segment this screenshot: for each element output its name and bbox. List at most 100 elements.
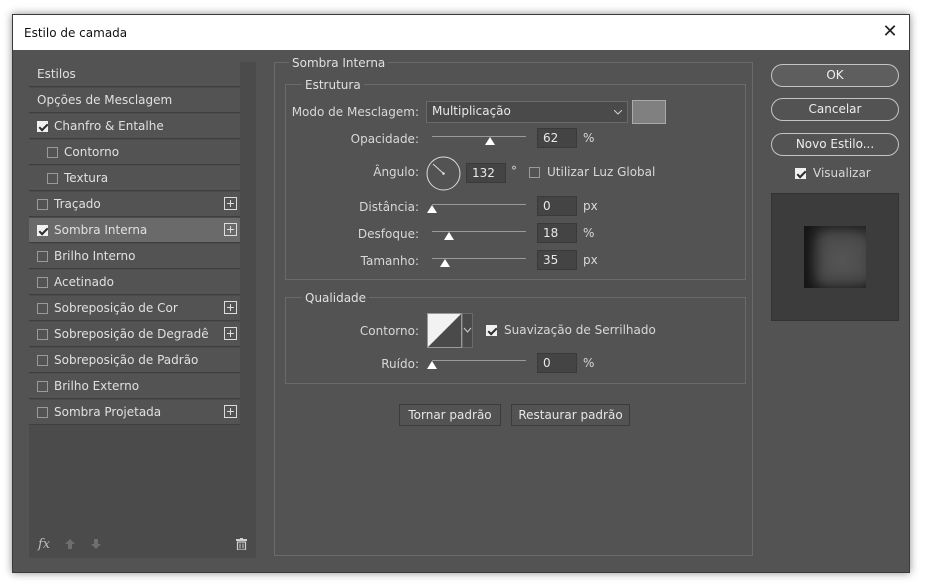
distance-unit: px — [583, 199, 598, 213]
contour-label: Contorno: — [359, 324, 419, 338]
sidebar-item-12[interactable]: Brilho Externo — [29, 374, 240, 399]
sidebar-item-5[interactable]: Traçado — [29, 192, 240, 217]
size-input[interactable]: 35 — [537, 250, 577, 270]
angle-dial-icon[interactable] — [426, 156, 461, 191]
blend-mode-label: Modo de Mesclagem: — [291, 105, 419, 119]
size-slider-thumb[interactable] — [440, 259, 451, 267]
title-bar: Estilo de camada ✕ — [13, 15, 909, 50]
add-effect-icon[interactable] — [224, 301, 237, 314]
size-label: Tamanho: — [360, 254, 419, 268]
opacity-slider-track[interactable] — [432, 136, 526, 137]
use-global-light-checkbox[interactable] — [529, 167, 540, 178]
distance-input[interactable]: 0 — [537, 196, 577, 216]
dialog-title: Estilo de camada — [24, 26, 128, 40]
distance-slider-thumb[interactable] — [427, 205, 437, 213]
quality-title: Qualidade — [302, 291, 370, 305]
noise-slider-thumb[interactable] — [427, 361, 437, 369]
opacity-label: Opacidade: — [350, 132, 419, 146]
sidebar-item-4[interactable]: Textura — [29, 166, 240, 191]
blend-mode-value: Multiplicação — [432, 104, 511, 118]
new-style-button[interactable]: Novo Estilo... — [771, 133, 899, 156]
sidebar-item-checkbox[interactable] — [37, 199, 48, 210]
trash-icon[interactable] — [236, 538, 247, 550]
preview-checkbox[interactable] — [795, 168, 806, 179]
sidebar-item-label: Sombra Interna — [54, 223, 148, 237]
shadow-color-swatch[interactable] — [632, 100, 666, 124]
sidebar-item-2[interactable]: Chanfro & Entalhe — [29, 114, 240, 139]
inner-shadow-panel: Sombra Interna Estrutura Modo de Mesclag… — [274, 56, 753, 556]
styles-list: fx Estilos Opções de Mesclagem Chanfro & E… — [29, 62, 256, 558]
sidebar-item-8[interactable]: Acetinado — [29, 270, 240, 295]
ok-button[interactable]: OK — [771, 64, 899, 87]
structure-group: Estrutura Modo de Mesclagem: Multiplicaç… — [285, 78, 746, 280]
make-default-button[interactable]: Tornar padrão — [399, 404, 501, 426]
sidebar-item-11[interactable]: Sobreposição de Padrão — [29, 348, 240, 373]
preview-label: Visualizar — [813, 166, 871, 180]
noise-input[interactable]: 0 — [537, 353, 577, 373]
noise-label: Ruído: — [381, 357, 419, 371]
noise-unit: % — [583, 356, 595, 370]
sidebar-item-label: Brilho Interno — [54, 249, 136, 263]
sidebar-item-label: Sobreposição de Degradê — [54, 327, 209, 341]
sidebar-item-7[interactable]: Brilho Interno — [29, 244, 240, 269]
sidebar-item-checkbox[interactable] — [37, 277, 48, 288]
sidebar-item-checkbox[interactable] — [37, 329, 48, 340]
style-preview — [771, 193, 899, 321]
choke-input[interactable]: 18 — [537, 223, 577, 243]
add-effect-icon[interactable] — [224, 223, 237, 236]
sidebar-item-9[interactable]: Sobreposição de Cor — [29, 296, 240, 321]
sidebar-item-checkbox[interactable] — [37, 251, 48, 262]
sidebar-item-0[interactable]: Estilos — [29, 62, 240, 87]
move-down-icon[interactable] — [91, 539, 101, 549]
blend-mode-select[interactable]: Multiplicação — [426, 101, 628, 123]
contour-preview-icon[interactable] — [427, 313, 462, 348]
sidebar-item-label: Chanfro & Entalhe — [54, 119, 164, 133]
distance-slider-track[interactable] — [432, 204, 526, 205]
reset-default-button[interactable]: Restaurar padrão — [511, 404, 630, 426]
sidebar-item-checkbox[interactable] — [37, 381, 48, 392]
contour-dropdown-icon[interactable] — [462, 313, 473, 348]
anti-alias-checkbox[interactable] — [486, 325, 497, 336]
layer-style-dialog: Estilo de camada ✕ fx Estilos Opções de M… — [12, 14, 910, 573]
use-global-light-label: Utilizar Luz Global — [547, 165, 656, 179]
sidebar-item-checkbox[interactable] — [47, 173, 58, 184]
sidebar-item-1[interactable]: Opções de Mesclagem — [29, 88, 240, 113]
size-unit: px — [583, 253, 598, 267]
styles-footer: fx — [29, 532, 256, 558]
opacity-unit: % — [583, 131, 595, 145]
opacity-slider-thumb[interactable] — [485, 137, 496, 145]
sidebar-item-13[interactable]: Sombra Projetada — [29, 400, 240, 425]
angle-label: Ângulo: — [373, 165, 419, 179]
sidebar-item-checkbox[interactable] — [37, 407, 48, 418]
cancel-button[interactable]: Cancelar — [771, 98, 899, 121]
opacity-input[interactable]: 62 — [537, 128, 577, 148]
quality-group: Qualidade Contorno: Suavização de Serril… — [285, 291, 746, 384]
add-effect-icon[interactable] — [224, 327, 237, 340]
sidebar-item-checkbox[interactable] — [37, 303, 48, 314]
noise-slider-track[interactable] — [432, 360, 526, 361]
choke-label: Desfoque: — [357, 227, 419, 241]
sidebar-item-label: Brilho Externo — [54, 379, 140, 393]
add-effect-icon[interactable] — [224, 405, 237, 418]
sidebar-item-3[interactable]: Contorno — [29, 140, 240, 165]
sidebar-item-checkbox[interactable] — [47, 147, 58, 158]
fx-icon[interactable]: fx — [38, 537, 50, 552]
sidebar-item-6[interactable]: Sombra Interna — [29, 218, 240, 243]
sidebar-item-checkbox[interactable] — [37, 355, 48, 366]
angle-input[interactable]: 132 — [466, 163, 506, 183]
choke-slider-thumb[interactable] — [443, 232, 454, 240]
distance-label: Distância: — [359, 200, 419, 214]
sidebar-item-10[interactable]: Sobreposição de Degradê — [29, 322, 240, 347]
angle-unit: ° — [511, 164, 517, 178]
anti-alias-label: Suavização de Serrilhado — [504, 323, 656, 337]
sidebar-item-label: Contorno — [64, 145, 120, 159]
sidebar-item-checkbox[interactable] — [37, 121, 48, 132]
sidebar-item-label: Traçado — [54, 197, 101, 211]
sidebar-item-label: Sobreposição de Cor — [54, 301, 178, 315]
move-up-icon[interactable] — [65, 539, 75, 549]
choke-unit: % — [583, 226, 595, 240]
close-icon[interactable]: ✕ — [877, 20, 903, 44]
sidebar-item-label: Sobreposição de Padrão — [54, 353, 199, 367]
sidebar-item-checkbox[interactable] — [37, 225, 48, 236]
add-effect-icon[interactable] — [224, 197, 237, 210]
